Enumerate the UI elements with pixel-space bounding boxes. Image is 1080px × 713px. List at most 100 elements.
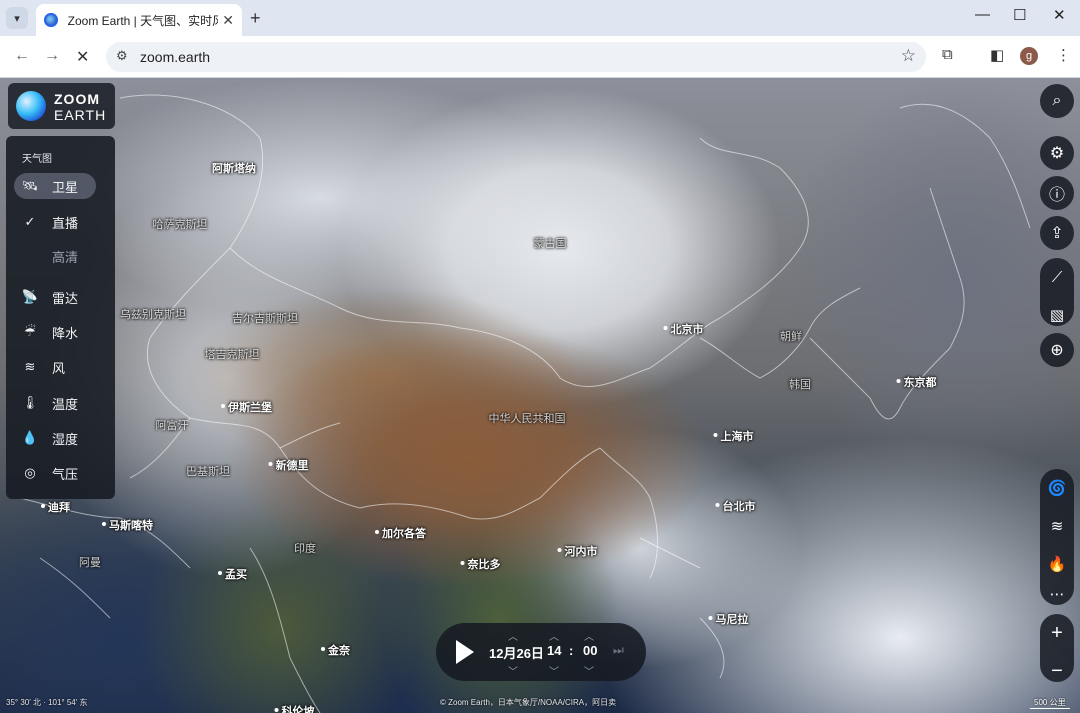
place-label: 中华人民共和国 xyxy=(488,413,566,425)
maximize-button[interactable]: ☐ xyxy=(1013,6,1026,24)
address-bar[interactable]: ⚙ zoom.earth ☆ xyxy=(106,42,926,72)
satellite-map[interactable]: 阿斯塔纳 哈萨克斯坦 蒙古国 乌兹别克斯坦 吉尔吉斯斯坦 塔吉克斯坦 伊斯兰堡 … xyxy=(0,78,1080,713)
layer-humidity[interactable]: 💧 湿度 xyxy=(14,425,96,451)
locate-button[interactable]: ⊕ xyxy=(1040,333,1074,367)
measure-distance-icon[interactable]: ⟋ xyxy=(1040,258,1074,296)
storm-icon[interactable]: 🌀 xyxy=(1040,469,1074,507)
tab-close-icon[interactable]: ✕ xyxy=(222,12,234,29)
measure-area-icon[interactable]: ▧ xyxy=(1040,296,1074,334)
new-tab-button[interactable]: + xyxy=(250,8,261,29)
place-label: 蒙古国 xyxy=(533,238,567,250)
zoom-earth-logo[interactable]: ZOOM EARTH xyxy=(8,83,115,129)
layer-wind[interactable]: ≋ 风 xyxy=(14,354,96,380)
layer-label: 高清 xyxy=(52,249,79,265)
pressure-icon: ◎ xyxy=(24,465,36,480)
date-up-chevron-icon[interactable]: ︿ xyxy=(508,628,518,643)
back-arrow-icon[interactable]: ← xyxy=(14,47,30,65)
satellite-icon: 🛰 xyxy=(21,178,39,193)
bookmark-star-icon[interactable]: ☆ xyxy=(901,46,916,66)
place-label: 奈比多 xyxy=(460,556,501,572)
minimize-button[interactable]: — xyxy=(975,6,990,23)
stop-loading-icon[interactable]: ✕ xyxy=(76,47,89,67)
close-window-button[interactable]: ✕ xyxy=(1053,6,1066,24)
search-button[interactable]: ⌕ xyxy=(1040,84,1074,118)
share-button[interactable]: ⇪ xyxy=(1040,216,1074,250)
profile-avatar[interactable]: g xyxy=(1020,47,1038,65)
info-icon: ⓘ xyxy=(1048,187,1065,204)
tab-search-icon[interactable]: ▾ xyxy=(6,7,28,29)
hour-down-chevron-icon[interactable]: ﹀ xyxy=(549,663,559,678)
overlay-tools: 🌀 ≋ 🔥 ⋯ xyxy=(1040,469,1074,605)
address-url[interactable]: zoom.earth xyxy=(140,49,210,65)
attribution[interactable]: © Zoom Earth，日本气象厅/NOAA/CIRA，阿日卖 xyxy=(440,697,616,708)
radar-icon: 📡 xyxy=(21,289,39,304)
cursor-coordinates: 35° 30' 北 · 101° 54' 东 xyxy=(6,698,88,707)
wind-icon: ≋ xyxy=(24,359,36,374)
place-label: 朝鲜 xyxy=(780,331,802,343)
thermometer-icon: 🌡 xyxy=(21,395,39,410)
zoom-in-icon[interactable]: + xyxy=(1040,614,1074,652)
place-label: 金奈 xyxy=(321,642,350,658)
share-icon: ⇪ xyxy=(1050,225,1064,242)
place-label: 北京市 xyxy=(663,321,704,337)
layer-pressure[interactable]: ◎ 气压 xyxy=(14,460,96,486)
search-icon: ⌕ xyxy=(1052,92,1062,109)
hour-up-chevron-icon[interactable]: ︿ xyxy=(549,628,559,643)
layer-label: 降水 xyxy=(52,325,79,341)
locate-icon: ⊕ xyxy=(1050,342,1064,359)
forward-arrow-icon[interactable]: → xyxy=(44,47,60,65)
place-label: 阿曼 xyxy=(79,557,101,569)
tab-title: Zoom Earth | 天气图、实时风暴 xyxy=(67,13,219,28)
settings-button[interactable]: ⚙ xyxy=(1040,136,1074,170)
browser-menu-icon[interactable]: ⋮ xyxy=(1056,46,1071,64)
minute-up-chevron-icon[interactable]: ︿ xyxy=(584,628,594,643)
place-label: 东京都 xyxy=(896,374,937,390)
precipitation-icon: ☔ xyxy=(24,324,36,339)
place-label: 韩国 xyxy=(789,379,811,391)
place-label: 马斯喀特 xyxy=(102,517,153,533)
humidity-icon: 💧 xyxy=(21,430,39,445)
zoom-out-icon[interactable]: − xyxy=(1040,652,1074,690)
hour-value[interactable]: 14 xyxy=(547,643,561,658)
place-label: 乌兹别克斯坦 xyxy=(120,309,186,321)
logo-line-2: EARTH xyxy=(54,107,107,123)
more-icon[interactable]: ⋯ xyxy=(1040,583,1074,605)
place-label: 巴基斯坦 xyxy=(186,466,230,478)
place-label: 哈萨克斯坦 xyxy=(152,219,208,231)
layer-live[interactable]: ✓ 直播 xyxy=(14,209,96,235)
minute-value[interactable]: 00 xyxy=(583,643,597,658)
place-label: 孟买 xyxy=(218,566,247,582)
layer-label: 风 xyxy=(52,360,66,376)
browser-tab[interactable]: Zoom Earth | 天气图、实时风暴 ✕ xyxy=(36,4,242,36)
layer-label: 湿度 xyxy=(52,431,79,447)
side-panel-icon[interactable]: ◧ xyxy=(990,46,1004,64)
measure-tools: ⟋ ▧ xyxy=(1040,258,1074,326)
fire-icon[interactable]: 🔥 xyxy=(1040,545,1074,583)
layer-temperature[interactable]: 🌡 温度 xyxy=(14,390,96,416)
place-label: 迪拜 xyxy=(41,499,70,515)
extensions-icon[interactable]: ⧉ xyxy=(942,46,953,63)
site-info-icon[interactable]: ⚙ xyxy=(116,48,128,64)
date-value[interactable]: 12月26日 xyxy=(489,643,544,662)
layer-radar[interactable]: 📡 雷达 xyxy=(14,284,96,310)
country-borders xyxy=(19,94,1031,713)
zoom-controls: + − xyxy=(1040,614,1074,682)
info-button[interactable]: ⓘ xyxy=(1040,176,1074,210)
layer-satellite[interactable]: 🛰 卫星 xyxy=(14,173,96,199)
place-label: 台北市 xyxy=(715,498,756,514)
play-icon[interactable] xyxy=(456,640,474,664)
skip-next-icon[interactable]: ⏭ xyxy=(613,643,624,658)
place-label: 上海市 xyxy=(713,428,754,444)
layer-hd[interactable]: 高清 xyxy=(14,243,96,269)
layer-precipitation[interactable]: ☔ 降水 xyxy=(14,319,96,345)
place-label: 吉尔吉斯斯坦 xyxy=(232,313,298,325)
date-down-chevron-icon[interactable]: ﹀ xyxy=(508,663,518,678)
place-label: 河内市 xyxy=(557,543,598,559)
place-label: 科伦坡 xyxy=(274,703,315,713)
zoom-earth-favicon-icon xyxy=(44,13,58,27)
place-label: 阿富汗 xyxy=(155,420,189,432)
wind-particles-icon[interactable]: ≋ xyxy=(1040,507,1074,545)
time-control: ︿ ﹀ ︿ ﹀ ︿ ﹀ 12月26日 14 : 00 ⏭ xyxy=(436,623,646,681)
browser-tab-bar: ▾ Zoom Earth | 天气图、实时风暴 ✕ + — ☐ ✕ xyxy=(0,0,1080,36)
minute-down-chevron-icon[interactable]: ﹀ xyxy=(584,663,594,678)
